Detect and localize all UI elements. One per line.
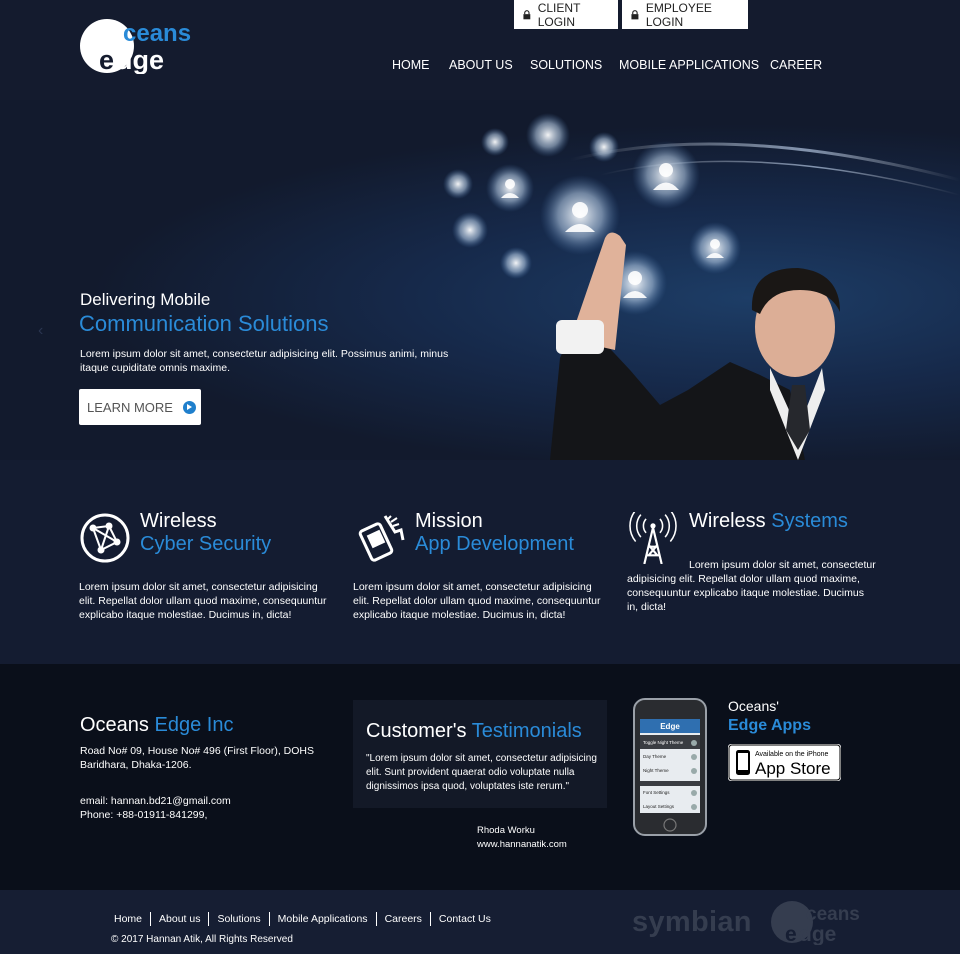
hero-businessman-image <box>443 113 960 460</box>
feature-title-1: Wireless Systems <box>689 510 848 533</box>
footer-link-home[interactable]: Home <box>114 912 150 926</box>
globe-network-icon <box>80 513 130 563</box>
app-store-badge[interactable]: Available on the iPhone App Store <box>728 744 841 781</box>
hero-banner: ‹ Delivering Mobile Communication Soluti… <box>0 100 960 460</box>
svg-text:ceans: ceans <box>123 20 191 47</box>
apps-heading-line1: Oceans' <box>728 698 779 714</box>
phone-row-label: Layout Settings <box>643 804 675 809</box>
testimonial-author-site[interactable]: www.hannanatik.com <box>477 838 567 852</box>
company-name-white: Oceans <box>80 714 149 736</box>
footer-link-careers[interactable]: Careers <box>375 912 430 926</box>
feature-title-2: App Development <box>415 533 574 555</box>
hero-subtitle: Delivering Mobile <box>80 290 211 309</box>
testimonial-box: Customer's Testimonials "Lorem ipsum dol… <box>353 700 607 808</box>
testimonial-author: Rhoda Worku www.hannanatik.com <box>477 824 567 852</box>
feature-description: Lorem ipsum dolor sit amet, consectetur … <box>79 581 327 621</box>
nav-about-us[interactable]: ABOUT US <box>449 58 530 72</box>
footer-nav: Home About us Solutions Mobile Applicati… <box>114 912 499 926</box>
company-phone: Phone: +88-01911-841299, <box>80 809 208 821</box>
svg-text:e: e <box>99 45 114 74</box>
feature-title-blue: Systems <box>771 510 848 532</box>
company-address: Road No# 09, House No# 496 (First Floor)… <box>80 745 315 771</box>
client-login-button[interactable]: CLIENT LOGIN <box>514 0 618 29</box>
site-header: ceans e dge CLIENT LOGIN EMPLOYEE LOGIN … <box>0 0 960 100</box>
main-nav: HOME ABOUT US SOLUTIONS MOBILE APPLICATI… <box>392 58 830 72</box>
phone-row-label: Font Settings <box>643 790 670 795</box>
footer-oceans-edge-logo: ceans e dge <box>771 901 860 945</box>
iphone-app-image: Edge Toggle Night Theme Day Theme Night … <box>633 698 707 836</box>
svg-text:ceans: ceans <box>806 904 860 925</box>
phone-row-label: Night Theme <box>643 768 669 773</box>
company-contact: email: hannan.bd21@gmail.com Phone: +88-… <box>80 794 231 822</box>
svg-text:e: e <box>785 923 797 945</box>
svg-text:dge: dge <box>116 45 164 74</box>
info-section: Oceans Edge Inc Road No# 09, House No# 4… <box>0 664 960 890</box>
nav-mobile-applications[interactable]: MOBILE APPLICATIONS <box>619 58 770 72</box>
app-store-big-text: App Store <box>755 759 831 778</box>
footer-link-contact-us[interactable]: Contact Us <box>429 912 499 926</box>
feature-title-1: Wireless <box>140 510 217 532</box>
app-store-small-text: Available on the iPhone <box>755 751 829 758</box>
touch-phone-icon <box>358 515 405 562</box>
lock-icon <box>523 9 531 19</box>
svg-text:dge: dge <box>799 923 836 945</box>
phone-row-label: Toggle Night Theme <box>643 740 684 745</box>
footer-link-solutions[interactable]: Solutions <box>208 912 268 926</box>
nav-home[interactable]: HOME <box>392 58 449 72</box>
company-name: Oceans Edge Inc <box>80 714 233 737</box>
hero-description: Lorem ipsum dolor sit amet, consectetur … <box>80 348 449 374</box>
testimonial-quote: "Lorem ipsum dolor sit amet, consectetur… <box>366 753 597 792</box>
client-login-label: CLIENT LOGIN <box>537 0 581 29</box>
feature-description: Lorem ipsum dolor sit amet, consectetur … <box>353 581 601 621</box>
antenna-tower-icon <box>629 512 677 564</box>
feature-description: Lorem ipsum dolor sit amet, consectetur … <box>627 559 876 613</box>
learn-more-label: LEARN MORE <box>87 399 173 415</box>
testimonial-title: Customer's Testimonials <box>366 720 582 743</box>
company-name-blue: Edge Inc <box>154 714 234 736</box>
employee-login-label: EMPLOYEE LOGIN <box>645 0 712 29</box>
nav-solutions[interactable]: SOLUTIONS <box>530 58 619 72</box>
oceans-edge-logo[interactable]: ceans e dge <box>79 18 219 74</box>
symbian-logo: symbian <box>632 906 752 938</box>
feature-title-1: Mission <box>415 510 483 532</box>
company-email[interactable]: email: hannan.bd21@gmail.com <box>80 794 231 808</box>
copyright-text: © 2017 Hannan Atik, All Rights Reserved <box>111 934 293 945</box>
carousel-prev-arrow[interactable]: ‹ <box>38 322 43 340</box>
footer-link-about-us[interactable]: About us <box>150 912 208 926</box>
testimonial-title-blue: Testimonials <box>471 720 582 742</box>
play-circle-icon <box>182 400 196 414</box>
footer-link-mobile-applications[interactable]: Mobile Applications <box>268 912 376 926</box>
hero-title: Communication Solutions <box>79 311 329 336</box>
svg-text:Edge: Edge <box>660 722 680 731</box>
testimonial-author-name: Rhoda Worku <box>477 825 535 836</box>
lock-icon <box>631 9 639 19</box>
testimonial-title-white: Customer's <box>366 720 467 742</box>
feature-title-2: Cyber Security <box>140 533 272 555</box>
site-footer: Home About us Solutions Mobile Applicati… <box>0 890 960 954</box>
learn-more-button[interactable]: LEARN MORE <box>79 389 201 425</box>
feature-title-white: Wireless <box>689 510 766 532</box>
nav-career[interactable]: CAREER <box>770 58 830 72</box>
employee-login-button[interactable]: EMPLOYEE LOGIN <box>622 0 748 29</box>
phone-row-label: Day Theme <box>643 754 667 759</box>
apps-heading-line2: Edge Apps <box>728 717 811 734</box>
features-section: Wireless Cyber Security Lorem ipsum dolo… <box>0 460 960 664</box>
